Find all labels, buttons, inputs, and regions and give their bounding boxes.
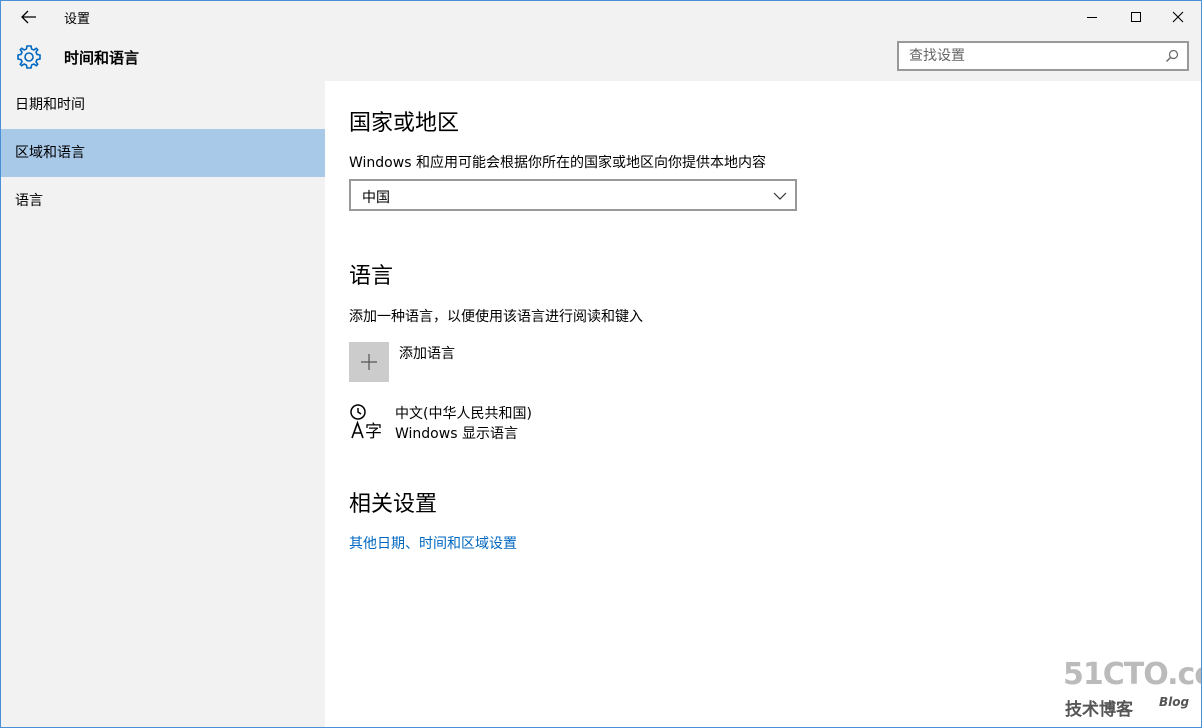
add-language-label[interactable]: 添加语言 (399, 343, 455, 363)
gear-icon (17, 45, 41, 69)
main-content: 国家或地区 Windows 和应用可能会根据你所在的国家或地区向你提供本地内容 … (325, 81, 1201, 727)
add-language-button[interactable] (349, 342, 389, 382)
country-region-select[interactable]: 中国 (349, 179, 797, 211)
maximize-icon (1131, 12, 1141, 22)
language-list-item[interactable]: 字 中文(中华人民共和国) Windows 显示语言 (349, 401, 589, 445)
search-icon[interactable] (1161, 45, 1183, 67)
watermark-subtitle: 技术博客 (1065, 700, 1133, 720)
close-button[interactable] (1155, 1, 1201, 33)
settings-window: 设置 时间和语言 查找设置 日期和时间 区域和语言 语言 国家或地区 Windo… (0, 0, 1202, 728)
country-region-value: 中国 (362, 190, 390, 206)
sidebar-item-region-language[interactable]: 区域和语言 (1, 129, 325, 177)
related-settings-heading: 相关设置 (349, 492, 438, 517)
header-bar: 时间和语言 (1, 33, 1201, 81)
back-arrow-icon (21, 10, 36, 24)
page-title: 时间和语言 (64, 49, 140, 67)
language-heading: 语言 (349, 264, 394, 289)
sidebar-item-label: 区域和语言 (15, 145, 85, 161)
sidebar-item-date-time[interactable]: 日期和时间 (1, 81, 325, 129)
watermark: 51CTO.com 技术博客 Blog (1041, 657, 1201, 720)
search-input[interactable] (899, 43, 1161, 69)
sidebar: 日期和时间 区域和语言 语言 (1, 81, 325, 727)
close-icon (1172, 11, 1184, 23)
language-description: 添加一种语言，以便使用该语言进行阅读和键入 (349, 309, 643, 325)
back-button[interactable] (13, 5, 45, 29)
title-bar: 设置 (1, 1, 1201, 33)
maximize-button[interactable] (1113, 1, 1159, 33)
language-name: 中文(中华人民共和国) (395, 406, 532, 422)
language-status: Windows 显示语言 (395, 426, 518, 442)
window-title: 设置 (64, 12, 91, 27)
sidebar-item-label: 语言 (15, 193, 43, 209)
minimize-button[interactable] (1069, 1, 1115, 33)
watermark-blog: Blog (1159, 695, 1190, 709)
plus-icon (361, 354, 377, 370)
language-display-icon: 字 (350, 404, 382, 441)
sidebar-item-label: 日期和时间 (15, 97, 85, 113)
region-description: Windows 和应用可能会根据你所在的国家或地区向你提供本地内容 (349, 155, 766, 171)
watermark-site: 51CTO.com (1063, 657, 1201, 692)
sidebar-item-speech[interactable]: 语言 (1, 177, 325, 225)
svg-text:字: 字 (365, 422, 382, 441)
region-heading: 国家或地区 (349, 111, 460, 136)
additional-date-time-region-link[interactable]: 其他日期、时间和区域设置 (349, 533, 517, 553)
chevron-down-icon (773, 192, 787, 200)
minimize-icon (1087, 17, 1097, 18)
search-box[interactable] (897, 41, 1189, 71)
